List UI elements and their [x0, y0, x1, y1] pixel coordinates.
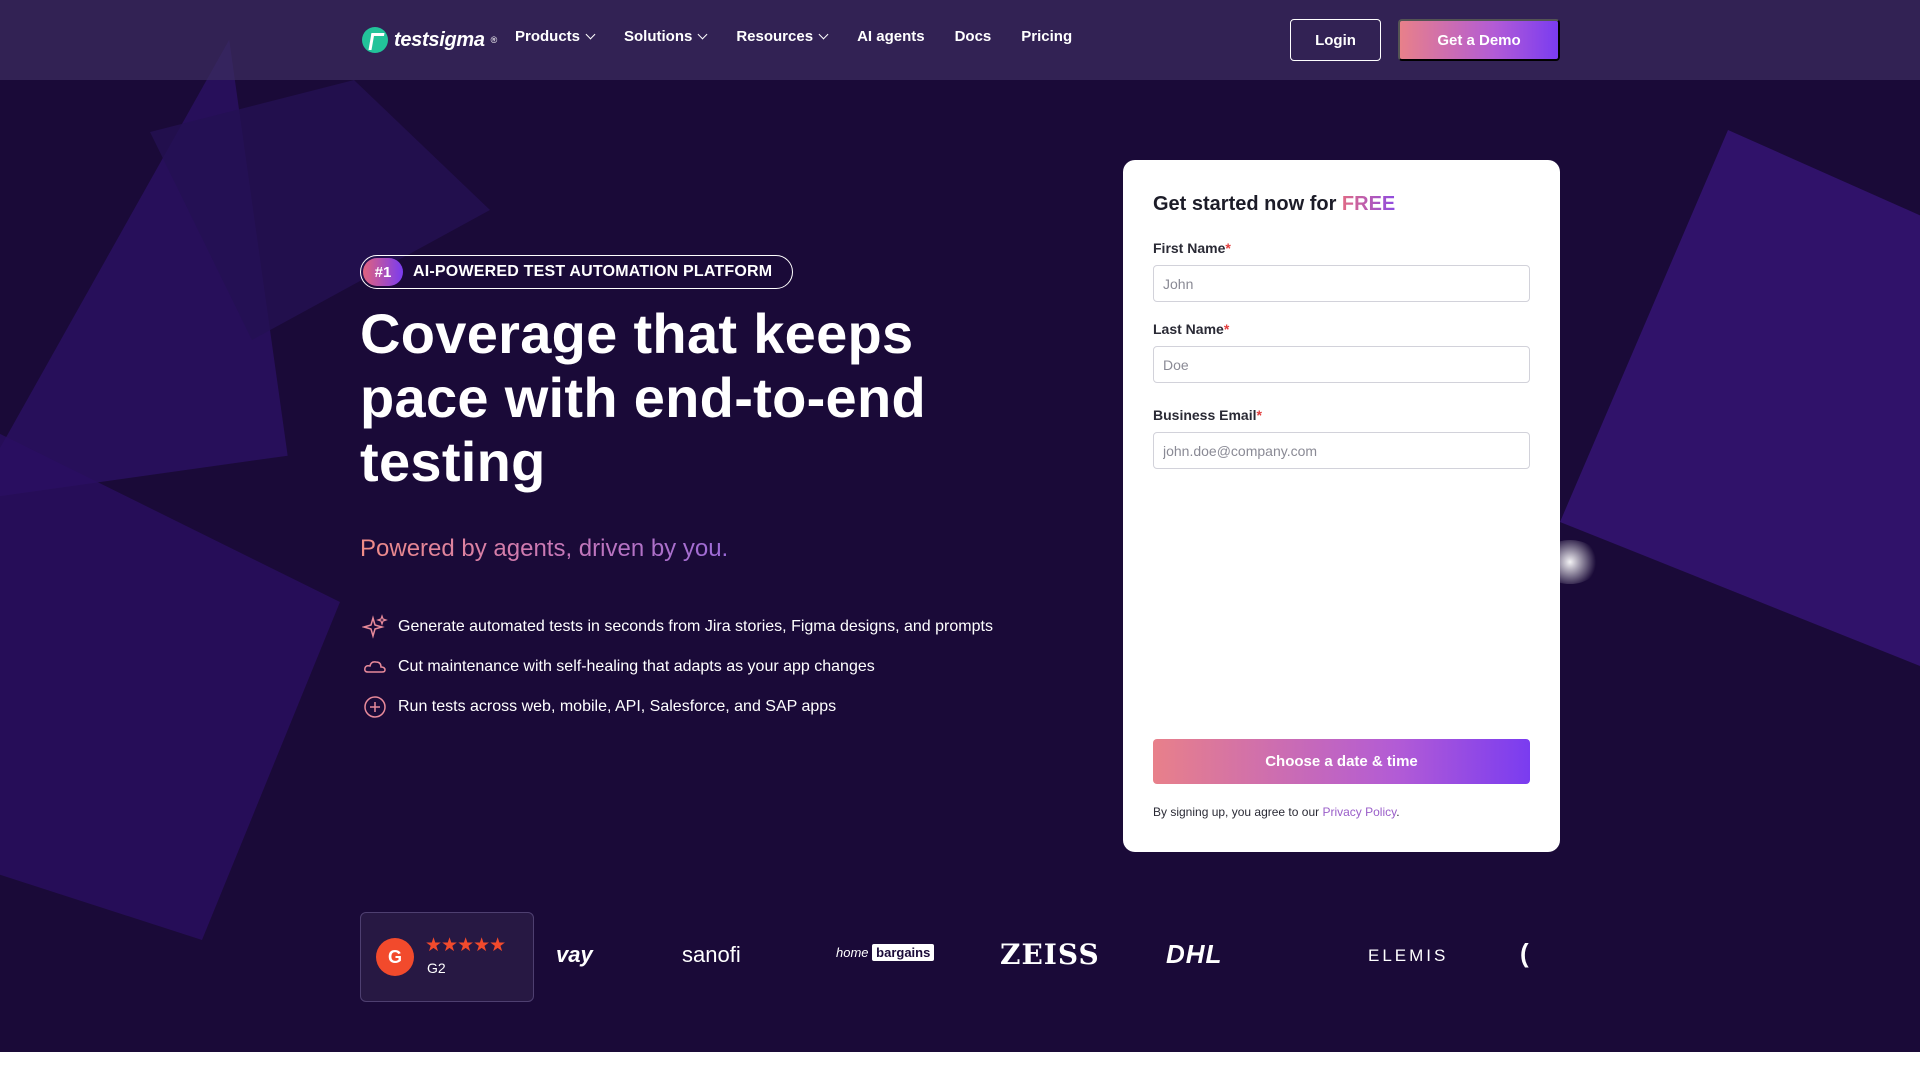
hero-section: testsigma ® Products Solutions Resources…	[0, 0, 1920, 1052]
feature-text: Generate automated tests in seconds from…	[398, 618, 993, 635]
cloud-icon	[362, 654, 388, 680]
form-title: Get started now for FREE	[1153, 193, 1395, 216]
feature-item: Cut maintenance with self-healing that a…	[362, 647, 993, 687]
nav-item-label: Resources	[736, 28, 814, 45]
bg-shape	[1560, 130, 1920, 690]
client-logo-partial: (	[1520, 938, 1529, 968]
logo-mark-icon	[362, 27, 388, 53]
client-logo-elemis: ELEMIS	[1368, 946, 1449, 965]
testsigma-logo[interactable]: testsigma ®	[362, 26, 497, 54]
feature-text: Cut maintenance with self-healing that a…	[398, 658, 875, 675]
form-title-highlight: FREE	[1341, 193, 1396, 215]
client-logo-zeiss: ZEISS	[1000, 938, 1100, 971]
feature-text: Run tests across web, mobile, API, Sales…	[398, 698, 837, 715]
client-logo-dhl: DHL	[1166, 939, 1223, 969]
sparkle-icon	[362, 614, 388, 640]
first-name-label: First Name*	[1153, 240, 1231, 256]
nav-item-products[interactable]: Products	[515, 28, 596, 45]
bargains-text: bargains	[872, 944, 935, 961]
required-mark: *	[1223, 321, 1230, 337]
hero-headline: Coverage that keeps pace with end-to-end…	[360, 302, 926, 493]
client-logo-sanofi: sanofi	[682, 942, 741, 967]
policy-text: By signing up, you agree to our	[1153, 805, 1323, 819]
privacy-policy-link[interactable]: Privacy Policy	[1322, 805, 1396, 819]
form-title-text: Get started now for	[1153, 193, 1342, 215]
required-mark: *	[1256, 407, 1262, 423]
client-logo-home-bargains: home bargains	[836, 944, 935, 961]
nav-item-label: Products	[515, 28, 581, 45]
nav-item-label: AI agents	[857, 28, 925, 45]
nav-item-label: Pricing	[1021, 28, 1073, 45]
nav-links: Products Solutions Resources AI agents D…	[515, 28, 1072, 45]
email-label: Business Email*	[1153, 407, 1262, 423]
login-button[interactable]: Login	[1290, 19, 1381, 61]
nav-item-docs[interactable]: Docs	[955, 28, 992, 45]
label-text: Last Name	[1153, 321, 1224, 337]
g2-label: G2	[427, 960, 446, 976]
badge-text: AI-POWERED TEST AUTOMATION PLATFORM	[413, 263, 773, 280]
home-text: home	[836, 945, 869, 960]
nav-item-resources[interactable]: Resources	[736, 28, 829, 45]
policy-end: .	[1396, 805, 1400, 819]
business-email-input[interactable]	[1153, 432, 1530, 469]
get-demo-button[interactable]: Get a Demo	[1398, 19, 1560, 61]
label-text: First Name	[1153, 240, 1226, 256]
first-name-input[interactable]	[1153, 265, 1530, 302]
chevron-down-icon	[697, 29, 708, 40]
badge-rank: #1	[363, 258, 403, 286]
last-name-label: Last Name*	[1153, 321, 1229, 337]
nav-item-solutions[interactable]: Solutions	[624, 28, 708, 45]
choose-date-time-button[interactable]: Choose a date & time	[1153, 739, 1530, 784]
chevron-down-icon	[585, 29, 596, 40]
signup-form: Get started now for FREE First Name* Las…	[1123, 160, 1560, 852]
logo-registered: ®	[490, 35, 498, 45]
rating-stars: ★★★★★	[425, 935, 506, 956]
last-name-input[interactable]	[1153, 346, 1530, 383]
nav-item-pricing[interactable]: Pricing	[1021, 28, 1072, 45]
client-logo-way: vay	[556, 942, 593, 967]
label-text: Business Email	[1153, 407, 1257, 423]
policy-notice: By signing up, you agree to our Privacy …	[1153, 805, 1400, 819]
g2-logo-icon: G	[376, 938, 414, 976]
client-logo-carousel: vay sanofi home bargains ZEISS DHL ELEMI…	[540, 934, 1530, 978]
plus-circle-icon	[362, 694, 388, 720]
required-mark: *	[1225, 240, 1231, 256]
nav-item-ai-agents[interactable]: AI agents	[857, 28, 925, 45]
nav-item-label: Solutions	[624, 28, 693, 45]
logo-text: testsigma	[394, 28, 485, 51]
chevron-down-icon	[818, 29, 829, 40]
platform-badge: #1 AI-POWERED TEST AUTOMATION PLATFORM	[360, 255, 793, 289]
feature-list: Generate automated tests in seconds from…	[362, 607, 993, 727]
bg-shape	[0, 420, 340, 940]
g2-rating-card: G ★★★★★ G2	[360, 912, 534, 1002]
feature-item: Run tests across web, mobile, API, Sales…	[362, 687, 993, 727]
top-navigation: testsigma ® Products Solutions Resources…	[0, 0, 1920, 80]
hero-subhead: Powered by agents, driven by you.	[360, 535, 729, 562]
nav-item-label: Docs	[954, 28, 992, 45]
feature-item: Generate automated tests in seconds from…	[362, 607, 993, 647]
